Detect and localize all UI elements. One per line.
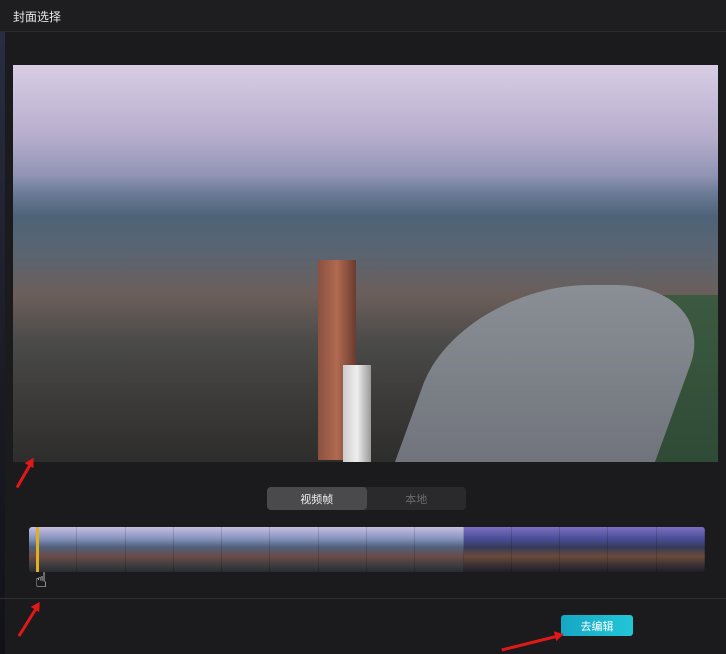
edit-button[interactable]: 去编辑 <box>561 615 633 636</box>
hand-cursor-icon: ☝ <box>35 568 48 592</box>
filmstrip-frame[interactable] <box>125 527 174 572</box>
filmstrip-frame[interactable] <box>173 527 223 572</box>
filmstrip-frame[interactable] <box>366 527 416 572</box>
filmstrip-frame[interactable] <box>511 527 561 572</box>
filmstrip-frame[interactable] <box>270 527 319 572</box>
annotation-arrow <box>17 604 40 637</box>
filmstrip-frame[interactable] <box>222 527 271 572</box>
footer-divider <box>0 598 726 599</box>
cover-source-tabs: 视频帧 本地 <box>267 487 466 510</box>
dialog-header: 封面选择 <box>0 0 726 32</box>
filmstrip-frame[interactable] <box>463 527 512 572</box>
building <box>343 365 371 462</box>
frame-filmstrip[interactable] <box>29 527 705 572</box>
filmstrip-frame[interactable] <box>415 527 464 572</box>
annotation-arrow <box>501 634 561 652</box>
annotation-arrow <box>15 460 34 489</box>
filmstrip-frame[interactable] <box>608 527 657 572</box>
tab-local[interactable]: 本地 <box>367 487 467 510</box>
cover-preview-image <box>13 65 718 462</box>
tab-video-frames[interactable]: 视频帧 <box>267 487 367 510</box>
dialog-title: 封面选择 <box>13 10 62 24</box>
background-edge <box>0 0 5 654</box>
filmstrip-frame[interactable] <box>318 527 367 572</box>
playhead-handle[interactable] <box>36 527 39 572</box>
filmstrip-frame[interactable] <box>656 527 705 572</box>
filmstrip-frame[interactable] <box>77 527 126 572</box>
filmstrip-frame[interactable] <box>560 527 609 572</box>
